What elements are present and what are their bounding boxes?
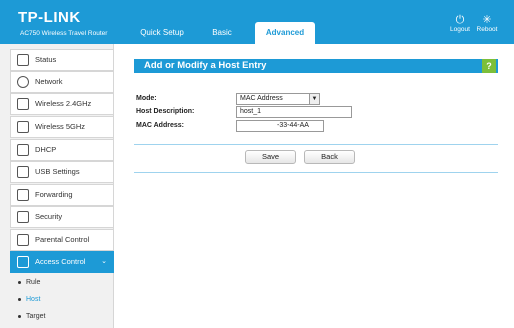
sidebar-item-label: Status — [35, 55, 57, 64]
sidebar-item-security[interactable]: Security — [10, 206, 114, 228]
sidebar-item-label: DHCP — [35, 145, 57, 154]
mode-row: Mode: MAC Address ▼ — [136, 93, 436, 105]
sidebar-item-label: Network — [35, 77, 63, 86]
mac-label: MAC Address: — [136, 122, 184, 129]
sidebar-item-label: Forwarding — [35, 190, 73, 199]
sidebar-item-status[interactable]: Status — [10, 49, 114, 71]
sidebar-item-label: Security — [35, 212, 63, 221]
top-header: TP-LINK AC750 Wireless Travel Router Qui… — [0, 0, 514, 44]
lock-icon — [17, 211, 29, 223]
divider — [134, 144, 498, 145]
forwarding-icon — [17, 189, 29, 201]
section-title: Add or Modify a Host Entry — [134, 59, 498, 73]
bullet-icon — [18, 297, 21, 301]
usb-icon — [17, 166, 29, 178]
sidebar-item-parental-control[interactable]: Parental Control — [10, 229, 114, 251]
sidebar-item-access-control[interactable]: Access Control ⌄ — [10, 251, 114, 273]
brand-logo: TP-LINK — [18, 9, 81, 26]
reboot-label: Reboot — [476, 26, 498, 33]
divider — [134, 172, 498, 173]
chevron-down-icon: ▼ — [309, 94, 319, 104]
mode-value: MAC Address — [240, 95, 283, 102]
tab-quick-setup[interactable]: Quick Setup — [131, 22, 193, 44]
mac-address-input[interactable]: -33-44-AA — [236, 120, 324, 132]
subitem-label: Host — [26, 296, 41, 303]
access-control-icon — [17, 256, 29, 268]
model-name: AC750 Wireless Travel Router — [20, 30, 108, 37]
bullet-icon — [18, 314, 21, 318]
chevron-down-icon: ⌄ — [101, 258, 107, 265]
tab-advanced[interactable]: Advanced — [255, 22, 315, 44]
host-description-input[interactable]: host_1 — [236, 106, 352, 118]
reboot-icon: ✳ — [482, 14, 492, 26]
subitem-label: Rule — [26, 279, 41, 286]
subitem-rule[interactable]: Rule — [18, 278, 40, 288]
subitem-target[interactable]: Target — [18, 312, 45, 322]
back-button[interactable]: Back — [304, 150, 355, 164]
main-content: Add or Modify a Host Entry ? Mode: MAC A… — [114, 44, 514, 328]
save-button[interactable]: Save — [245, 150, 296, 164]
sidebar-item-label: Wireless 5GHz — [35, 122, 86, 131]
globe-icon — [17, 76, 29, 88]
mac-row: MAC Address: -33-44-AA — [136, 120, 436, 132]
logout-label: Logout — [450, 26, 470, 33]
monitor-icon — [17, 144, 29, 156]
sidebar-item-label: Parental Control — [35, 235, 90, 244]
sidebar: Status Network Wireless 2.4GHz Wireless … — [0, 44, 114, 328]
sidebar-item-label: USB Settings — [35, 167, 80, 176]
subitem-host[interactable]: Host — [18, 295, 40, 305]
sidebar-item-label: Access Control — [35, 257, 86, 266]
logout-button[interactable]: ⏻ Logout — [449, 14, 471, 33]
help-button[interactable]: ? — [482, 59, 496, 73]
wireless-icon — [17, 121, 29, 133]
parental-icon — [17, 234, 29, 246]
mode-label: Mode: — [136, 95, 157, 102]
sidebar-item-dhcp[interactable]: DHCP — [10, 139, 114, 161]
sidebar-item-network[interactable]: Network — [10, 71, 114, 93]
subitem-label: Target — [26, 313, 46, 320]
sidebar-item-wireless-24[interactable]: Wireless 2.4GHz — [10, 93, 114, 115]
host-desc-label: Host Description: — [136, 108, 195, 115]
mode-select[interactable]: MAC Address ▼ — [236, 93, 320, 105]
reboot-button[interactable]: ✳ Reboot — [476, 14, 498, 33]
bullet-icon — [18, 280, 21, 284]
tab-basic[interactable]: Basic — [203, 22, 241, 44]
wireless-icon — [17, 98, 29, 110]
power-icon: ⏻ — [455, 14, 465, 26]
sidebar-item-forwarding[interactable]: Forwarding — [10, 184, 114, 206]
sidebar-item-usb-settings[interactable]: USB Settings — [10, 161, 114, 183]
host-desc-row: Host Description: host_1 — [136, 106, 436, 118]
status-icon — [17, 54, 29, 66]
sidebar-item-wireless-5[interactable]: Wireless 5GHz — [10, 116, 114, 138]
sidebar-item-label: Wireless 2.4GHz — [35, 99, 92, 108]
